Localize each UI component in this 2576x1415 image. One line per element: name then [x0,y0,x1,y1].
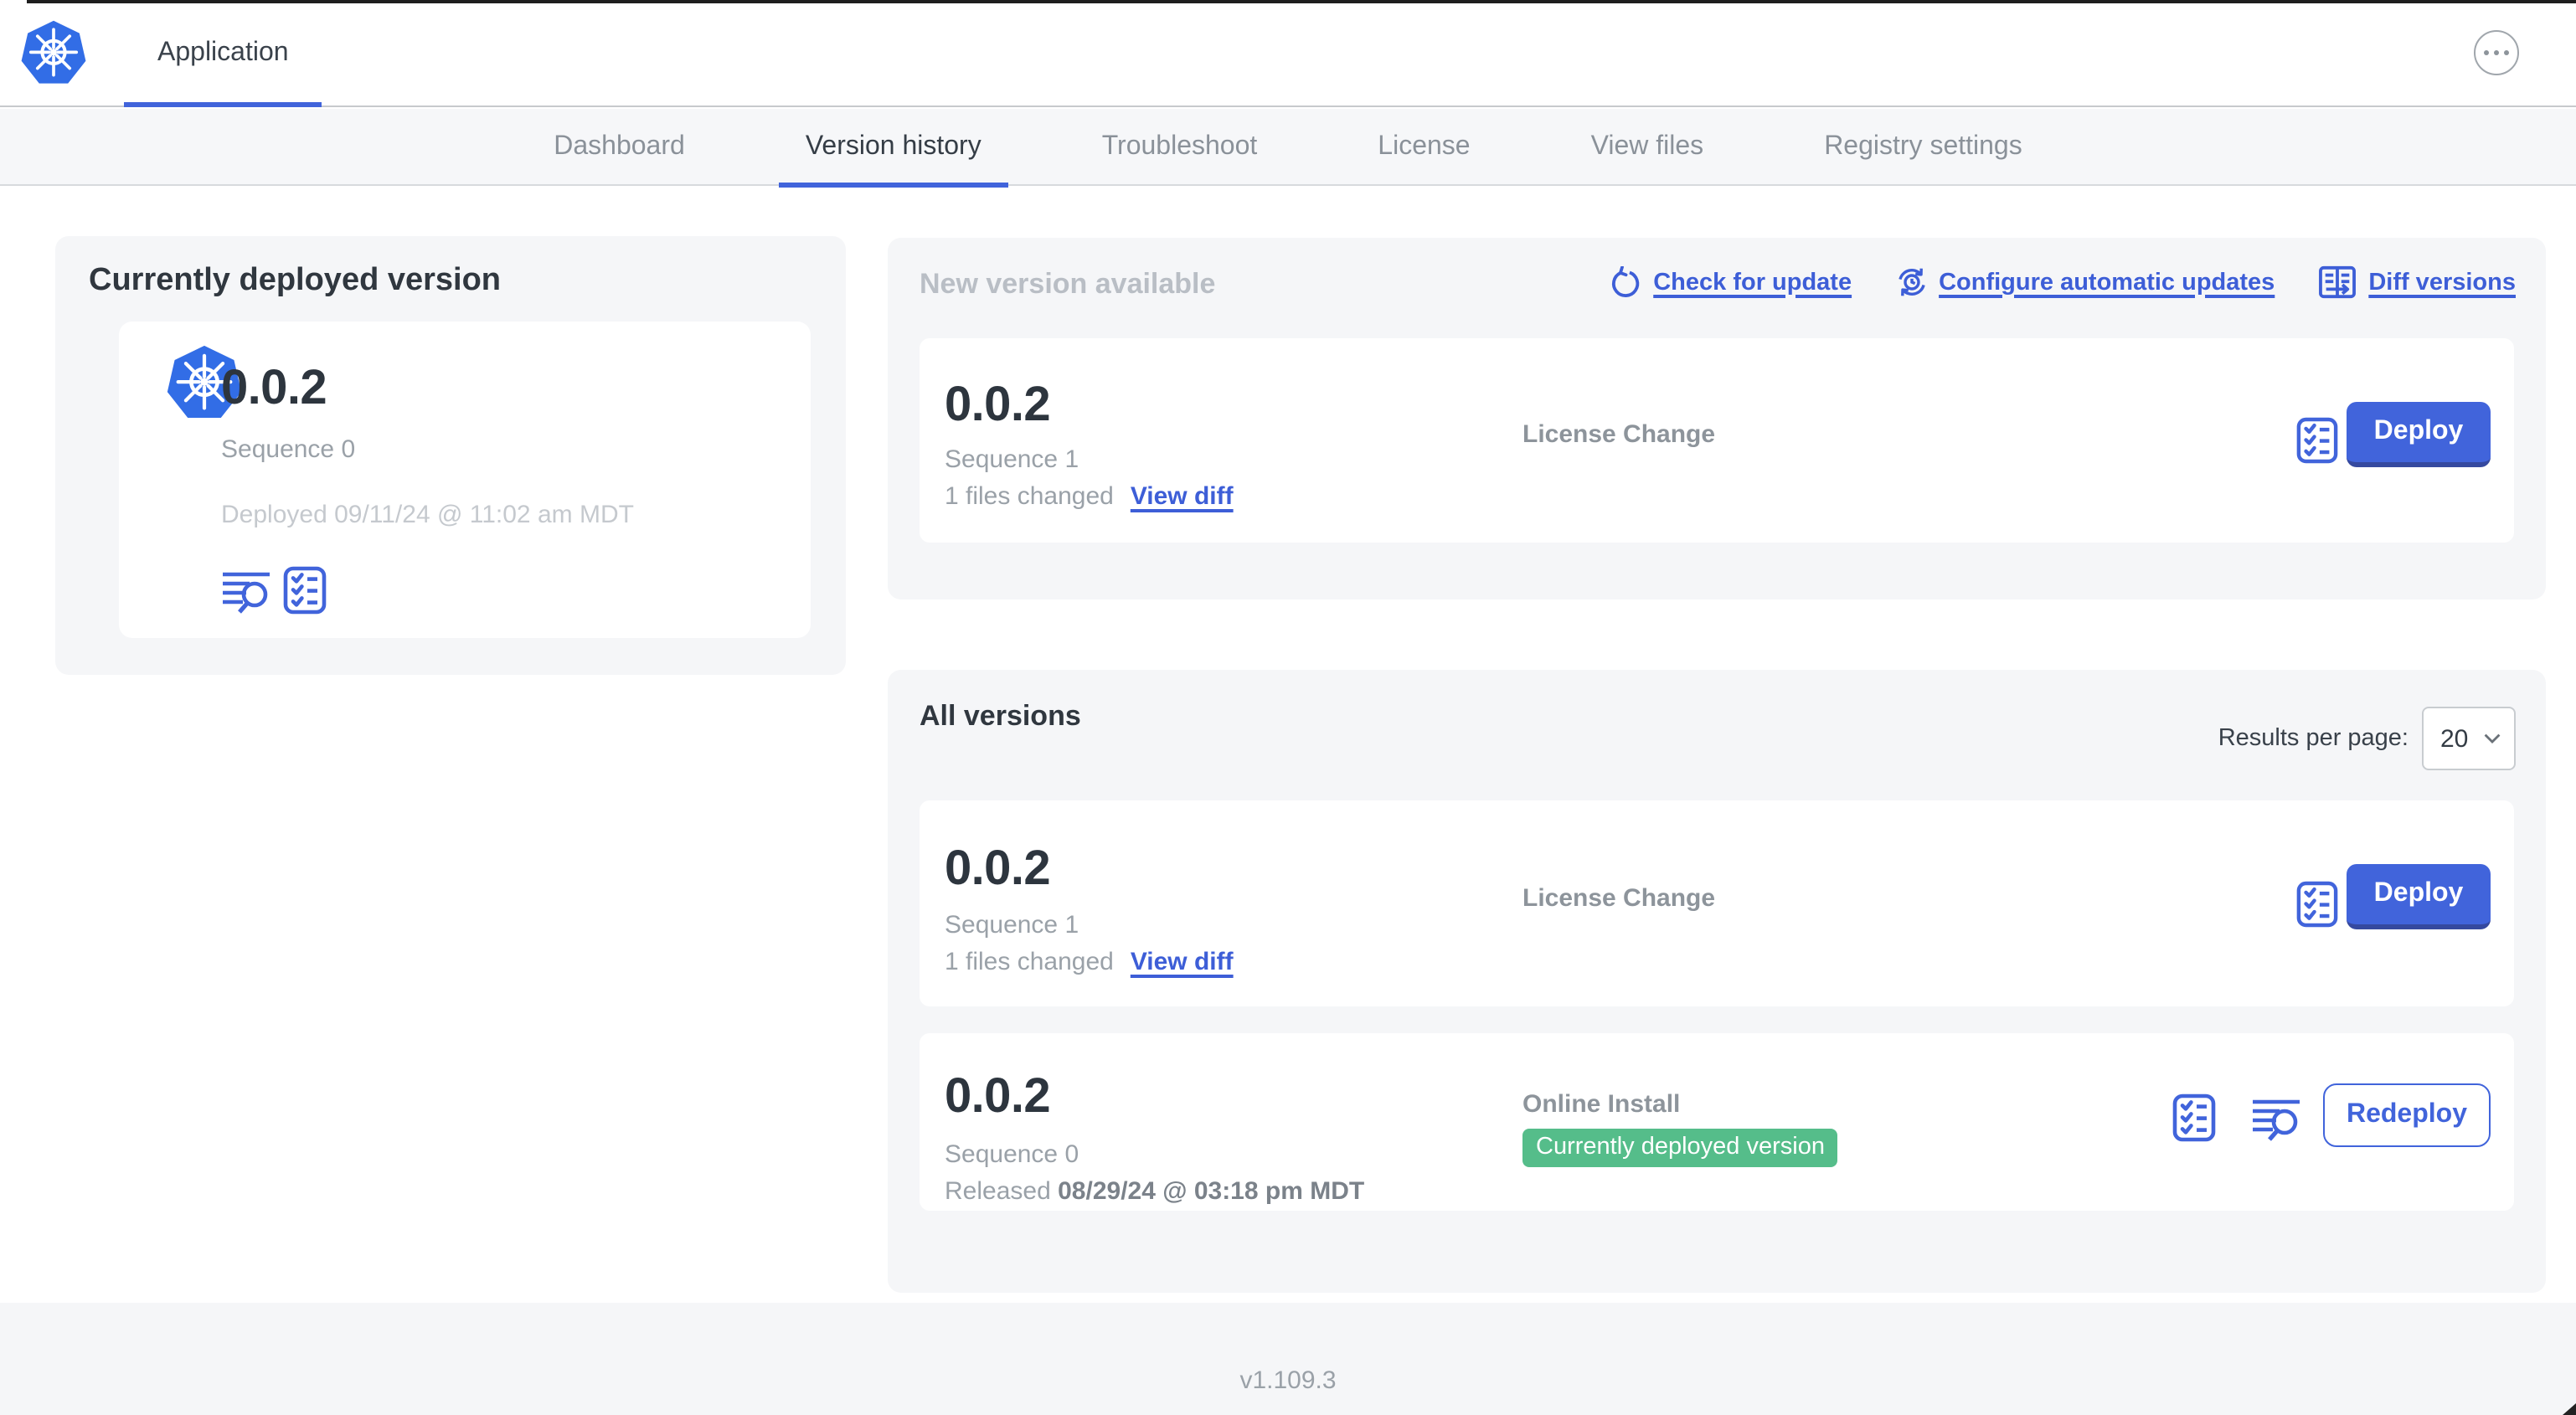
cursor-artifact [2563,1403,2576,1415]
row-sequence: Sequence 1 [945,911,1079,939]
deploy-logs-icon[interactable] [2251,1097,2303,1142]
window-edge-strip [27,0,2576,3]
preflight-checks-icon[interactable] [2172,1093,2216,1142]
app-tab[interactable]: Application [19,0,322,107]
refresh-icon [1610,265,1641,298]
redeploy-button[interactable]: Redeploy [2323,1083,2491,1147]
row-sequence: Sequence 0 [945,1140,1079,1169]
deploy-button[interactable]: Deploy [2347,402,2491,467]
footer: v1.109.3 [0,1303,2576,1415]
currently-deployed-card: 0.0.2 Sequence 0 Deployed 09/11/24 @ 11:… [119,322,811,638]
view-diff-link[interactable]: View diff [1131,482,1234,511]
app-nav-tabs: Dashboard Version history Troubleshoot L… [0,109,2576,188]
currently-deployed-panel: Currently deployed version 0.0.2 Sequenc… [55,236,846,675]
currently-deployed-title: Currently deployed version [89,263,502,298]
tab-dashboard[interactable]: Dashboard [527,109,712,186]
new-version-sequence: Sequence 1 [945,445,1079,474]
released-timestamp: Released 08/29/24 @ 03:18 pm MDT [945,1177,1365,1206]
results-per-page-select[interactable]: 20 [2422,707,2516,770]
preflight-checks-icon[interactable] [2296,417,2338,464]
active-app-tab-underline [124,102,322,107]
tab-registry-settings[interactable]: Registry settings [1797,109,2049,186]
new-version-card: 0.0.2 Sequence 1 1 files changed View di… [920,338,2514,543]
all-versions-title: All versions [920,700,1081,732]
deployed-timestamp: Deployed 09/11/24 @ 11:02 am MDT [221,501,634,529]
row-version-number: 0.0.2 [945,1070,1051,1124]
view-diff-link[interactable]: View diff [1131,948,1234,976]
app-tab-label: Application [157,39,289,67]
row-version-number: 0.0.2 [945,842,1051,896]
preflight-checks-icon[interactable] [2296,881,2338,928]
kubernetes-logo-icon [19,18,88,87]
currently-deployed-badge: Currently deployed version [1522,1129,1838,1167]
chevron-down-icon [2484,733,2501,744]
version-row: 0.0.2 Sequence 0 Released 08/29/24 @ 03:… [920,1033,2514,1211]
files-changed-text: 1 files changed [945,948,1114,976]
version-source: License Change [1522,420,1716,449]
configure-automatic-updates-link[interactable]: Configure automatic updates [1895,266,2275,298]
check-for-update-link[interactable]: Check for update [1610,265,1852,298]
version-source: License Change [1522,884,1716,913]
deployed-version-number: 0.0.2 [221,362,327,415]
new-version-title: New version available [920,268,1216,300]
files-changed-row: 1 files changed View diff [945,482,1234,511]
more-menu-button[interactable] [2474,30,2519,75]
top-bar: Application [0,0,2576,107]
released-date: 08/29/24 @ 03:18 pm MDT [1058,1177,1365,1206]
new-version-panel: New version available Check for update C… [888,238,2546,599]
auto-update-clock-icon [1895,266,1927,298]
deploy-button[interactable]: Deploy [2347,864,2491,929]
tab-license[interactable]: License [1351,109,1497,186]
results-per-page-label: Results per page: [2218,725,2409,752]
deployed-sequence: Sequence 0 [221,435,356,464]
new-version-number: 0.0.2 [945,378,1051,432]
files-changed-text: 1 files changed [945,482,1114,511]
tab-version-history[interactable]: Version history [778,109,1008,188]
version-row: 0.0.2 Sequence 1 1 files changed View di… [920,800,2514,1006]
tab-troubleshoot[interactable]: Troubleshoot [1075,109,1285,186]
all-versions-panel: All versions Results per page: 20 0.0.2 … [888,670,2546,1293]
console-version: v1.109.3 [1239,1366,1337,1395]
results-per-page: Results per page: 20 [2218,707,2516,770]
tab-view-files[interactable]: View files [1564,109,1731,186]
ellipsis-icon [2483,49,2490,56]
diff-versions-icon [2318,265,2357,300]
kots-admin-page: Application Dashboard Version history Tr… [0,0,2576,1415]
files-changed-row: 1 files changed View diff [945,948,1234,976]
diff-versions-link[interactable]: Diff versions [2318,265,2516,300]
version-actions: Check for update Configure automatic upd… [1610,265,2516,300]
version-source: Online Install [1522,1090,1681,1119]
deploy-logs-icon[interactable] [221,569,273,615]
preflight-checks-icon[interactable] [283,566,327,615]
